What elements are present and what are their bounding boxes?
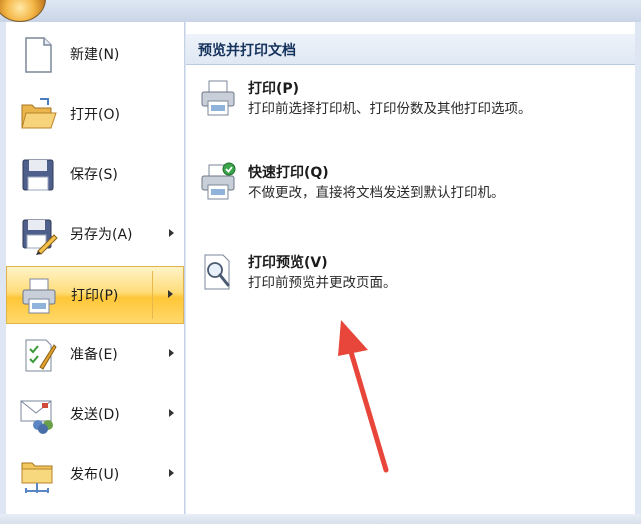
- prepare-checklist-icon: [18, 335, 58, 375]
- menu-item-label: 打印(P): [71, 288, 119, 304]
- menu-item-prepare[interactable]: 准备(E): [6, 326, 184, 384]
- submenu-item-name: 打印(P): [248, 81, 300, 97]
- blank-document-icon: [18, 35, 58, 75]
- menu-item-print[interactable]: 打印(P): [6, 266, 184, 324]
- submenu-item-print[interactable]: 打印(P) 打印前选择打印机、打印份数及其他打印选项。: [186, 78, 635, 150]
- printer-icon: [19, 276, 59, 316]
- menu-item-save[interactable]: 保存(S): [6, 146, 184, 204]
- submenu-item-desc: 不做更改，直接将文档发送到默认打印机。: [248, 185, 505, 201]
- office-orb-icon[interactable]: [0, 0, 46, 22]
- menu-item-label: 新建(N): [70, 47, 120, 63]
- menu-item-save-as[interactable]: 另存为(A): [6, 206, 184, 264]
- printer-icon: [198, 78, 238, 118]
- save-as-icon: [18, 215, 58, 255]
- menu-item-label: 另存为(A): [70, 227, 133, 243]
- quick-print-icon: [198, 162, 238, 202]
- split-divider: [152, 271, 153, 319]
- submenu-item-quick-print[interactable]: 快速打印(Q) 不做更改，直接将文档发送到默认打印机。: [186, 162, 635, 218]
- submenu-arrow-icon: [169, 229, 174, 237]
- menu-item-open[interactable]: 打开(O): [6, 86, 184, 144]
- menu-item-send[interactable]: 发送(D): [6, 386, 184, 444]
- floppy-disk-icon: [18, 155, 58, 195]
- bottom-bar: [0, 514, 641, 524]
- print-submenu-pane: 预览并打印文档 打印(P) 打印前选择打印机、打印份数及其他打印选项。 快速打印…: [186, 22, 635, 524]
- title-bar: [0, 0, 641, 23]
- submenu-title: 预览并打印文档: [198, 43, 296, 59]
- submenu-item-name: 打印预览(V): [248, 255, 328, 271]
- submenu-item-name: 快速打印(Q): [248, 165, 329, 181]
- office-menu: 新建(N) 打开(O) 保存(S) 另存为(A) 打印(P) 准备(E) 发送(…: [0, 22, 641, 524]
- menu-item-label: 打开(O): [70, 107, 120, 123]
- menu-item-publish[interactable]: 发布(U): [6, 446, 184, 504]
- submenu-item-desc: 打印前预览并更改页面。: [248, 275, 397, 291]
- print-preview-icon: [198, 252, 238, 292]
- red-arrow-annotation: [338, 320, 389, 473]
- submenu-header: 预览并打印文档: [186, 34, 635, 65]
- send-envelope-icon: [18, 395, 58, 435]
- publish-folder-icon: [18, 455, 58, 495]
- open-folder-icon: [18, 95, 58, 135]
- menu-item-label: 保存(S): [70, 167, 118, 183]
- submenu-item-print-preview[interactable]: 打印预览(V) 打印前预览并更改页面。: [186, 252, 635, 308]
- menu-item-label: 准备(E): [70, 347, 118, 363]
- submenu-arrow-icon: [169, 409, 174, 417]
- office-menu-left-pane: 新建(N) 打开(O) 保存(S) 另存为(A) 打印(P) 准备(E) 发送(…: [6, 22, 185, 524]
- submenu-arrow-icon: [169, 349, 174, 357]
- menu-item-label: 发布(U): [70, 467, 120, 483]
- menu-item-label: 发送(D): [70, 407, 120, 423]
- submenu-arrow-icon[interactable]: [168, 290, 173, 298]
- submenu-arrow-icon: [169, 469, 174, 477]
- submenu-item-desc: 打印前选择打印机、打印份数及其他打印选项。: [248, 101, 532, 117]
- menu-item-new[interactable]: 新建(N): [6, 26, 184, 84]
